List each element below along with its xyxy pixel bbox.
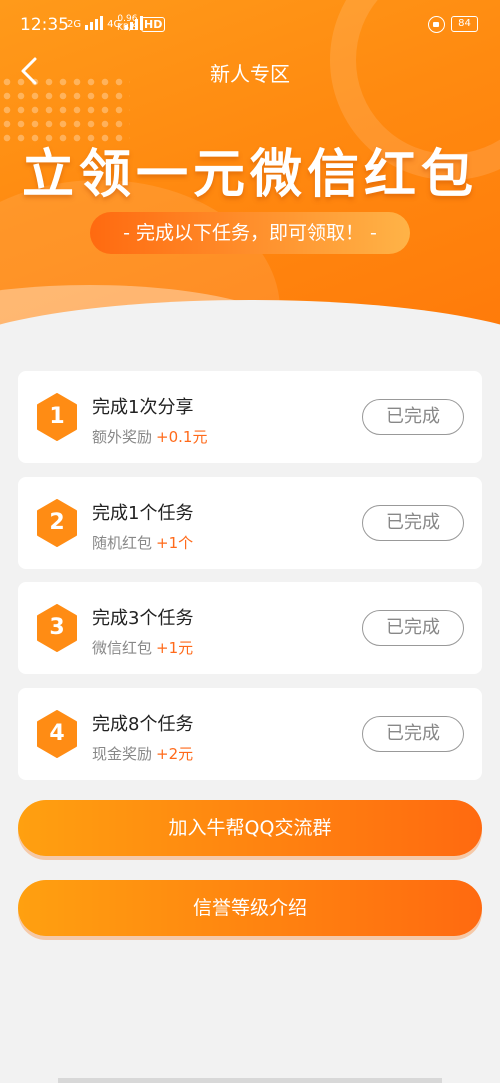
task-number: 3 bbox=[49, 615, 65, 640]
reward-value: +1个 bbox=[156, 534, 194, 552]
net-speed-unit: KB/S bbox=[117, 23, 138, 33]
signal-label-1: 2G bbox=[67, 19, 82, 30]
task-number: 4 bbox=[49, 721, 65, 746]
task-card-2: 2 完成1个任务 随机红包 +1个 已完成 bbox=[18, 477, 482, 569]
page-title: 新人专区 bbox=[210, 62, 290, 86]
reward-value: +1元 bbox=[156, 639, 194, 657]
task-reward: 现金奖励 +2元 bbox=[92, 743, 193, 764]
task-status-button[interactable]: 已完成 bbox=[362, 610, 464, 646]
task-title: 完成1次分享 bbox=[92, 397, 194, 418]
credit-level-intro-button[interactable]: 信誉等级介绍 bbox=[18, 880, 482, 936]
task-title: 完成1个任务 bbox=[92, 503, 194, 524]
task-number-badge: 2 bbox=[36, 499, 78, 547]
task-card-4: 4 完成8个任务 现金奖励 +2元 已完成 bbox=[18, 688, 482, 780]
task-number-badge: 3 bbox=[36, 604, 78, 652]
task-status-button[interactable]: 已完成 bbox=[362, 399, 464, 435]
hd-icon: HD bbox=[141, 17, 166, 32]
task-title: 完成8个任务 bbox=[92, 714, 194, 735]
task-status-button[interactable]: 已完成 bbox=[362, 505, 464, 541]
task-reward: 额外奖励 +0.1元 bbox=[92, 426, 207, 447]
status-time: 12:35 bbox=[20, 15, 69, 35]
net-speed: 0.96 KB/S bbox=[117, 15, 138, 33]
lock-icon bbox=[428, 16, 445, 33]
task-reward: 随机红包 +1个 bbox=[92, 532, 193, 553]
battery-icon: 84 bbox=[451, 16, 478, 32]
bottom-edge-divider bbox=[58, 1078, 442, 1083]
status-bar: 12:35 2G 4G 0.96 KB/S HD 84 bbox=[0, 0, 500, 50]
reward-label: 现金奖励 bbox=[92, 745, 153, 763]
promo-headline: 立领一元微信红包 bbox=[21, 145, 478, 205]
task-number-badge: 4 bbox=[36, 710, 78, 758]
task-number-badge: 1 bbox=[36, 393, 78, 441]
task-status-button[interactable]: 已完成 bbox=[362, 716, 464, 752]
reward-value: +0.1元 bbox=[156, 428, 208, 446]
reward-label: 额外奖励 bbox=[92, 428, 153, 446]
reward-value: +2元 bbox=[156, 745, 194, 763]
reward-label: 随机红包 bbox=[92, 534, 153, 552]
promo-subtitle: - 完成以下任务，即可领取！ - bbox=[90, 212, 410, 254]
task-number: 2 bbox=[49, 510, 65, 535]
reward-label: 微信红包 bbox=[92, 639, 153, 657]
task-reward: 微信红包 +1元 bbox=[92, 637, 193, 658]
task-card-3: 3 完成3个任务 微信红包 +1元 已完成 bbox=[18, 582, 482, 674]
join-qq-group-button[interactable]: 加入牛帮QQ交流群 bbox=[18, 800, 482, 856]
task-card-1: 1 完成1次分享 额外奖励 +0.1元 已完成 bbox=[18, 371, 482, 463]
task-title: 完成3个任务 bbox=[92, 608, 194, 629]
task-number: 1 bbox=[49, 404, 65, 429]
